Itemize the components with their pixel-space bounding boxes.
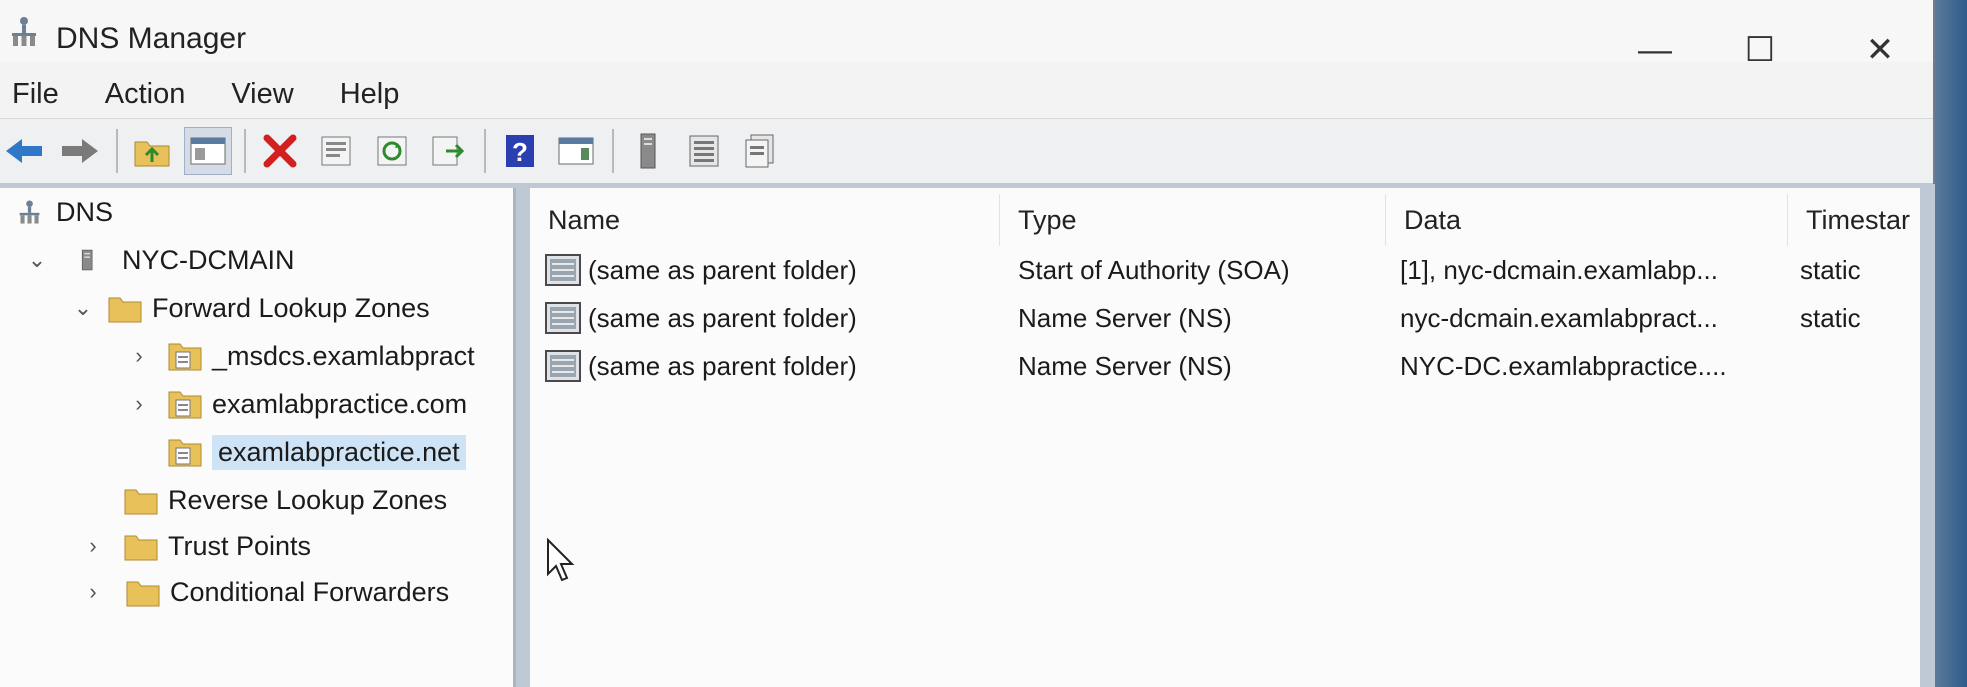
record-name: (same as parent folder)	[588, 350, 857, 381]
record-type: Name Server (NS)	[1018, 302, 1232, 333]
column-header-data[interactable]: Data	[1386, 194, 1788, 246]
new-record-icon[interactable]	[736, 127, 784, 175]
record-icon	[545, 302, 581, 334]
toolbar-separator	[612, 129, 614, 173]
svg-text:?: ?	[512, 137, 528, 167]
new-host-icon[interactable]	[624, 127, 672, 175]
tree-label-forward-lookup-zones: Forward Lookup Zones	[152, 292, 430, 323]
show-hide-tree-icon[interactable]	[184, 127, 232, 175]
record-timestamp: static	[1800, 254, 1861, 285]
dns-manager-window: DNS Manager — ☐ ✕ File Action View Help	[0, 0, 1935, 687]
record-timestamp: static	[1800, 302, 1861, 333]
delete-icon[interactable]	[256, 127, 304, 175]
zone-icon	[168, 439, 202, 467]
folder-icon	[126, 581, 160, 607]
back-icon[interactable]	[0, 127, 48, 175]
tree-item-trust-points[interactable]: › Trust Points	[80, 526, 311, 566]
tree-label-conditional-forwarders: Conditional Forwarders	[170, 576, 450, 607]
record-type: Name Server (NS)	[1018, 350, 1232, 381]
record-data: [1], nyc-dcmain.examlabp...	[1400, 254, 1718, 285]
chevron-right-icon[interactable]: ›	[126, 391, 152, 417]
tree-item-reverse-lookup-zones[interactable]: Reverse Lookup Zones	[124, 480, 447, 520]
zone-icon	[168, 343, 202, 371]
tree-label-zone-msdcs: _msdcs.examlabpract	[212, 340, 475, 371]
record-icon	[545, 350, 581, 382]
content-area: DNS ⌄ NYC-DCMAIN ⌄ Forward Lookup Zones …	[0, 184, 1935, 687]
tree-label-zone-com: examlabpractice.com	[212, 388, 468, 419]
refresh-icon[interactable]	[368, 127, 416, 175]
tree-item-server[interactable]: ⌄ NYC-DCMAIN	[24, 240, 295, 280]
tree-label-trust-points: Trust Points	[168, 530, 312, 561]
chevron-down-icon[interactable]: ⌄	[70, 295, 96, 321]
tree-item-forward-lookup-zones[interactable]: ⌄ Forward Lookup Zones	[70, 288, 430, 328]
menu-bar: File Action View Help	[0, 70, 1933, 118]
table-row[interactable]: (same as parent folder) Start of Authori…	[530, 250, 1920, 290]
table-row[interactable]: (same as parent folder) Name Server (NS)…	[530, 346, 1920, 386]
zone-icon	[168, 391, 202, 419]
column-header-timestamp[interactable]: Timestar	[1788, 194, 1920, 246]
show-hide-action-pane-icon[interactable]	[552, 127, 600, 175]
record-list: Name Type Data Timestar (same as parent …	[530, 188, 1920, 687]
tree-label-zone-net: examlabpractice.net	[212, 434, 466, 470]
properties-icon[interactable]	[312, 127, 360, 175]
record-data: nyc-dcmain.examlabpract...	[1400, 302, 1718, 333]
desktop-background	[1935, 0, 1967, 687]
folder-icon	[124, 535, 158, 561]
up-folder-icon[interactable]	[128, 127, 176, 175]
record-data: NYC-DC.examlabpractice....	[1400, 350, 1727, 381]
chevron-down-icon[interactable]: ⌄	[24, 247, 50, 273]
console-tree: DNS ⌄ NYC-DCMAIN ⌄ Forward Lookup Zones …	[0, 188, 516, 687]
chevron-right-icon[interactable]: ›	[126, 343, 152, 369]
tree-label-dns: DNS	[56, 196, 114, 227]
column-header-name[interactable]: Name	[530, 194, 1000, 246]
window-title: DNS Manager	[56, 22, 247, 55]
title-bar: DNS Manager — ☐ ✕	[0, 0, 1933, 69]
tree-item-conditional-forwarders[interactable]: › Conditional Forwarders	[80, 572, 449, 612]
dns-icon	[19, 200, 40, 224]
export-list-icon[interactable]	[424, 127, 472, 175]
toolbar-separator	[244, 129, 246, 173]
tree-item-dns[interactable]: DNS	[18, 192, 113, 232]
menu-file[interactable]: File	[0, 78, 71, 111]
record-icon	[545, 254, 581, 286]
menu-view[interactable]: View	[219, 78, 305, 111]
record-name: (same as parent folder)	[588, 254, 857, 285]
toolbar: ?	[0, 118, 1933, 184]
menu-help[interactable]: Help	[328, 78, 412, 111]
folder-icon	[108, 297, 142, 323]
chevron-right-icon[interactable]: ›	[80, 533, 106, 559]
tree-item-zone-com[interactable]: › examlabpractice.com	[126, 384, 467, 424]
menu-action[interactable]: Action	[93, 78, 198, 111]
toolbar-separator	[484, 129, 486, 173]
record-name: (same as parent folder)	[588, 302, 857, 333]
table-row[interactable]: (same as parent folder) Name Server (NS)…	[530, 298, 1920, 338]
chevron-right-icon[interactable]: ›	[80, 579, 106, 605]
dns-app-icon	[12, 17, 36, 46]
new-zone-icon[interactable]	[680, 127, 728, 175]
forward-icon[interactable]	[56, 127, 104, 175]
help-icon[interactable]: ?	[496, 127, 544, 175]
server-icon	[81, 249, 93, 271]
mouse-pointer-icon	[547, 538, 575, 582]
tree-item-zone-net[interactable]: examlabpractice.net	[168, 432, 466, 472]
tree-label-reverse-lookup-zones: Reverse Lookup Zones	[168, 484, 448, 515]
folder-icon	[124, 489, 158, 515]
toolbar-separator	[116, 129, 118, 173]
column-header-type[interactable]: Type	[1000, 194, 1386, 246]
tree-item-zone-msdcs[interactable]: › _msdcs.examlabpract	[126, 336, 475, 376]
tree-label-server: NYC-DCMAIN	[122, 244, 295, 275]
record-type: Start of Authority (SOA)	[1018, 254, 1290, 285]
